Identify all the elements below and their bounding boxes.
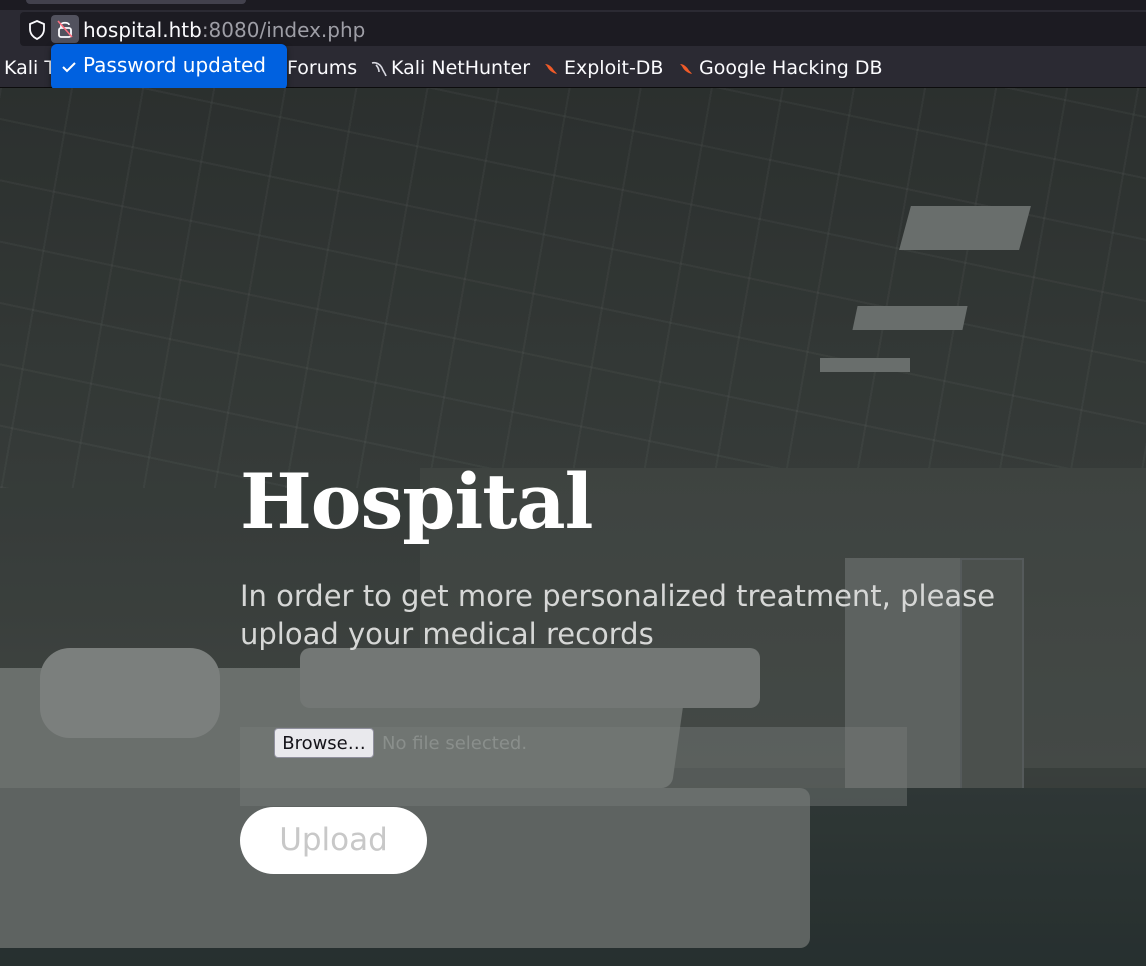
active-tab[interactable] — [26, 0, 246, 4]
url-text[interactable]: hospital.htb:8080/index.php — [83, 17, 365, 43]
lock-icon[interactable] — [51, 15, 79, 43]
upload-button[interactable]: Upload — [240, 807, 427, 874]
bookmark-kali-nethunter[interactable]: Kali NetHunter — [391, 55, 530, 81]
url-host: hospital.htb — [83, 18, 202, 42]
exploit-db-icon — [680, 64, 692, 74]
exploit-db-icon — [545, 64, 557, 74]
file-status-text: No file selected. — [382, 733, 528, 754]
password-updated-toast: Password updated — [51, 44, 287, 90]
bookmark-exploit-db[interactable]: Exploit-DB — [564, 55, 663, 81]
bookmark-kali-tools[interactable]: Kali T — [4, 55, 56, 81]
shield-icon[interactable] — [28, 20, 46, 40]
page-subtitle: In order to get more personalized treatm… — [240, 579, 996, 651]
url-path: :8080/index.php — [201, 18, 366, 42]
browse-button[interactable]: Browse… — [274, 728, 374, 758]
bookmark-kali-forums[interactable]: Forums — [287, 55, 357, 81]
kali-dragon-icon — [371, 61, 387, 77]
toast-message: Password updated — [83, 53, 266, 77]
page-title: Hospital — [240, 457, 594, 546]
checkmark-icon — [62, 62, 76, 73]
tab-strip — [0, 0, 1146, 10]
bookmark-google-hacking-db[interactable]: Google Hacking DB — [699, 55, 883, 81]
